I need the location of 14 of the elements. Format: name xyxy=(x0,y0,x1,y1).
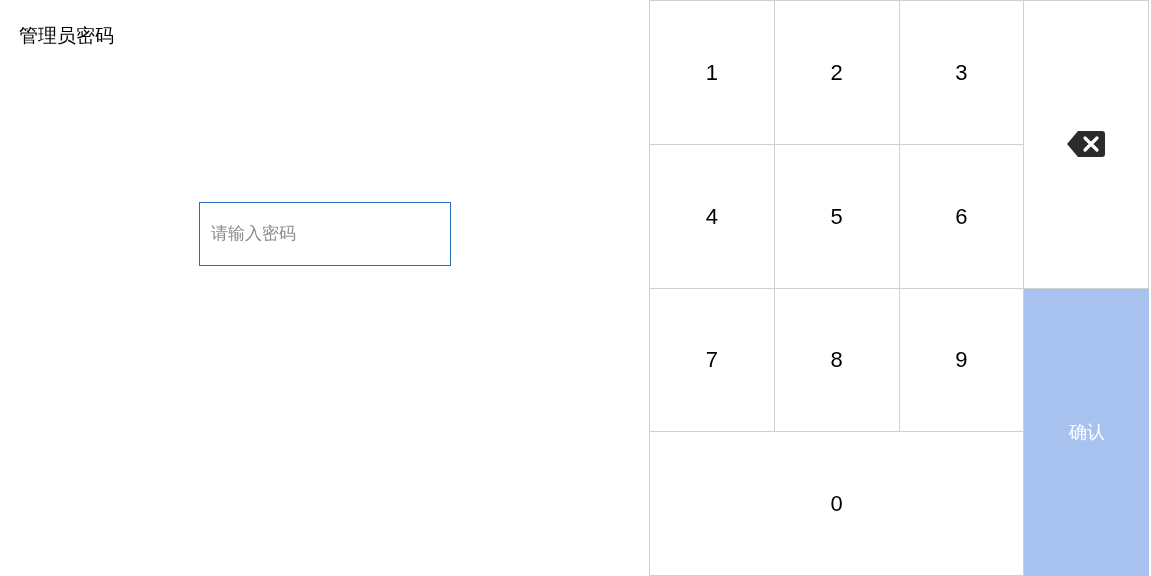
digit-key[interactable]: 6 xyxy=(899,144,1025,289)
digit-key[interactable]: 9 xyxy=(899,288,1025,433)
digit-key[interactable]: 5 xyxy=(774,144,900,289)
digit-key[interactable]: 7 xyxy=(650,288,775,433)
digit-key[interactable]: 3 xyxy=(899,1,1025,145)
digit-key[interactable]: 2 xyxy=(774,1,900,145)
digit-key[interactable]: 1 xyxy=(650,1,775,145)
backspace-icon xyxy=(1066,130,1107,159)
digit-key[interactable]: 4 xyxy=(650,144,775,289)
digit-key[interactable]: 8 xyxy=(774,288,900,433)
password-field[interactable]: 请输入密码 xyxy=(199,202,451,266)
backspace-key[interactable] xyxy=(1024,1,1149,289)
page-title: 管理员密码 xyxy=(19,24,114,48)
digit-key[interactable]: 0 xyxy=(650,432,1025,576)
